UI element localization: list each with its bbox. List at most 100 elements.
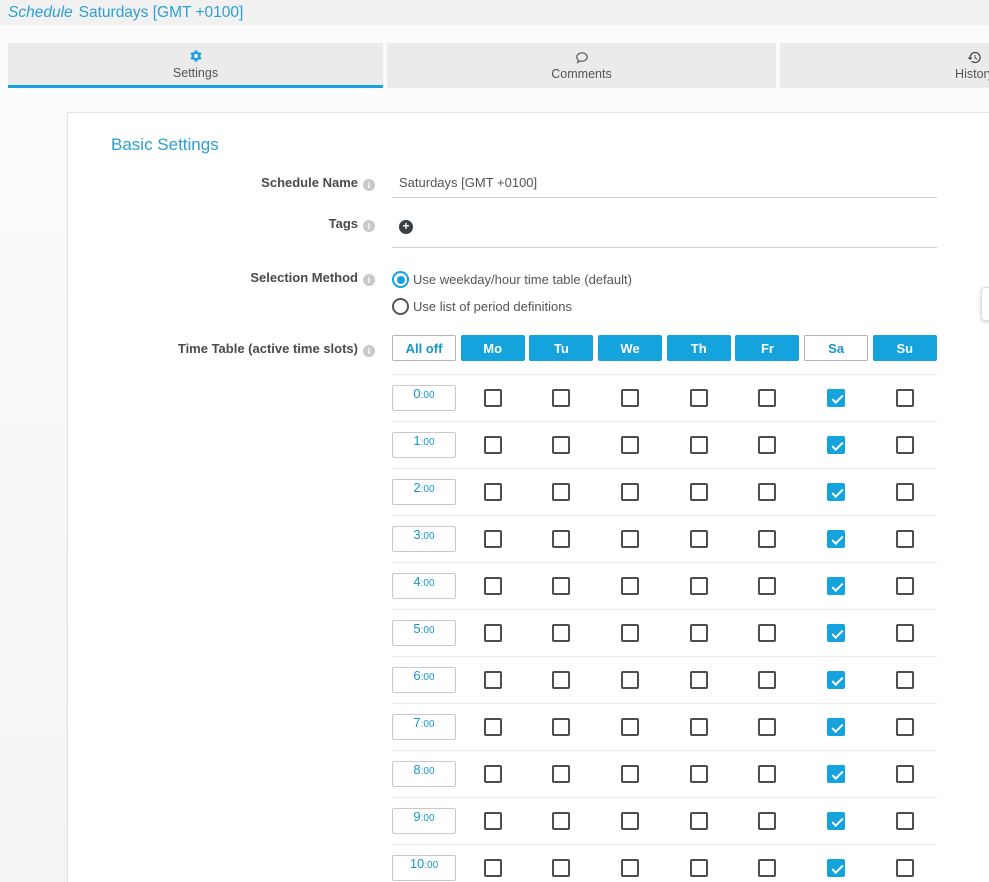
slot-checkbox-fr-10[interactable] bbox=[758, 859, 776, 877]
radio-icon[interactable] bbox=[392, 298, 409, 315]
slot-checkbox-mo-2[interactable] bbox=[484, 483, 502, 501]
slot-checkbox-su-8[interactable] bbox=[896, 765, 914, 783]
slot-checkbox-sa-3[interactable] bbox=[827, 530, 845, 548]
slot-checkbox-we-0[interactable] bbox=[621, 389, 639, 407]
day-button-su[interactable]: Su bbox=[873, 335, 937, 361]
slot-checkbox-we-7[interactable] bbox=[621, 718, 639, 736]
slot-checkbox-tu-5[interactable] bbox=[552, 624, 570, 642]
slot-checkbox-tu-7[interactable] bbox=[552, 718, 570, 736]
slot-checkbox-su-4[interactable] bbox=[896, 577, 914, 595]
slot-checkbox-mo-10[interactable] bbox=[484, 859, 502, 877]
slot-checkbox-th-6[interactable] bbox=[690, 671, 708, 689]
day-button-fr[interactable]: Fr bbox=[735, 335, 799, 361]
slot-checkbox-su-3[interactable] bbox=[896, 530, 914, 548]
slot-checkbox-tu-9[interactable] bbox=[552, 812, 570, 830]
side-panel-handle[interactable] bbox=[981, 287, 989, 321]
all-off-button[interactable]: All off bbox=[392, 335, 456, 361]
slot-checkbox-fr-1[interactable] bbox=[758, 436, 776, 454]
slot-checkbox-tu-4[interactable] bbox=[552, 577, 570, 595]
slot-checkbox-we-10[interactable] bbox=[621, 859, 639, 877]
slot-checkbox-we-1[interactable] bbox=[621, 436, 639, 454]
slot-checkbox-mo-1[interactable] bbox=[484, 436, 502, 454]
schedule-name-input[interactable]: Saturdays [GMT +0100] bbox=[392, 175, 937, 198]
slot-checkbox-fr-2[interactable] bbox=[758, 483, 776, 501]
hour-button-7[interactable]: 7:00 bbox=[392, 714, 456, 740]
slot-checkbox-mo-8[interactable] bbox=[484, 765, 502, 783]
slot-checkbox-mo-3[interactable] bbox=[484, 530, 502, 548]
slot-checkbox-su-7[interactable] bbox=[896, 718, 914, 736]
hour-button-2[interactable]: 2:00 bbox=[392, 479, 456, 505]
tab-history[interactable]: History bbox=[780, 43, 989, 88]
slot-checkbox-we-4[interactable] bbox=[621, 577, 639, 595]
slot-checkbox-we-5[interactable] bbox=[621, 624, 639, 642]
slot-checkbox-tu-8[interactable] bbox=[552, 765, 570, 783]
day-button-sa[interactable]: Sa bbox=[804, 335, 868, 361]
hour-button-5[interactable]: 5:00 bbox=[392, 620, 456, 646]
slot-checkbox-tu-6[interactable] bbox=[552, 671, 570, 689]
slot-checkbox-mo-4[interactable] bbox=[484, 577, 502, 595]
slot-checkbox-tu-1[interactable] bbox=[552, 436, 570, 454]
day-button-tu[interactable]: Tu bbox=[529, 335, 593, 361]
slot-checkbox-we-8[interactable] bbox=[621, 765, 639, 783]
slot-checkbox-sa-1[interactable] bbox=[827, 436, 845, 454]
slot-checkbox-sa-5[interactable] bbox=[827, 624, 845, 642]
tab-settings[interactable]: Settings bbox=[8, 43, 383, 88]
slot-checkbox-we-2[interactable] bbox=[621, 483, 639, 501]
slot-checkbox-th-5[interactable] bbox=[690, 624, 708, 642]
slot-checkbox-tu-2[interactable] bbox=[552, 483, 570, 501]
slot-checkbox-sa-6[interactable] bbox=[827, 671, 845, 689]
hour-button-8[interactable]: 8:00 bbox=[392, 761, 456, 787]
selection-method-option-1[interactable]: Use list of period definitions bbox=[392, 298, 937, 315]
slot-checkbox-sa-10[interactable] bbox=[827, 859, 845, 877]
slot-checkbox-mo-9[interactable] bbox=[484, 812, 502, 830]
day-button-th[interactable]: Th bbox=[667, 335, 731, 361]
slot-checkbox-sa-9[interactable] bbox=[827, 812, 845, 830]
hour-button-9[interactable]: 9:00 bbox=[392, 808, 456, 834]
slot-checkbox-mo-6[interactable] bbox=[484, 671, 502, 689]
slot-checkbox-sa-4[interactable] bbox=[827, 577, 845, 595]
slot-checkbox-fr-8[interactable] bbox=[758, 765, 776, 783]
slot-checkbox-su-10[interactable] bbox=[896, 859, 914, 877]
hour-button-6[interactable]: 6:00 bbox=[392, 667, 456, 693]
slot-checkbox-th-8[interactable] bbox=[690, 765, 708, 783]
slot-checkbox-fr-0[interactable] bbox=[758, 389, 776, 407]
slot-checkbox-we-6[interactable] bbox=[621, 671, 639, 689]
hour-button-1[interactable]: 1:00 bbox=[392, 432, 456, 458]
selection-method-option-0[interactable]: Use weekday/hour time table (default) bbox=[392, 271, 937, 288]
hour-button-0[interactable]: 0:00 bbox=[392, 385, 456, 411]
hour-button-3[interactable]: 3:00 bbox=[392, 526, 456, 552]
slot-checkbox-tu-10[interactable] bbox=[552, 859, 570, 877]
slot-checkbox-su-6[interactable] bbox=[896, 671, 914, 689]
slot-checkbox-fr-9[interactable] bbox=[758, 812, 776, 830]
slot-checkbox-mo-7[interactable] bbox=[484, 718, 502, 736]
slot-checkbox-su-0[interactable] bbox=[896, 389, 914, 407]
slot-checkbox-we-9[interactable] bbox=[621, 812, 639, 830]
slot-checkbox-tu-3[interactable] bbox=[552, 530, 570, 548]
slot-checkbox-fr-4[interactable] bbox=[758, 577, 776, 595]
slot-checkbox-sa-0[interactable] bbox=[827, 389, 845, 407]
tab-comments[interactable]: Comments bbox=[387, 43, 776, 88]
slot-checkbox-fr-7[interactable] bbox=[758, 718, 776, 736]
slot-checkbox-sa-7[interactable] bbox=[827, 718, 845, 736]
slot-checkbox-th-7[interactable] bbox=[690, 718, 708, 736]
hour-button-10[interactable]: 10:00 bbox=[392, 855, 456, 881]
slot-checkbox-su-9[interactable] bbox=[896, 812, 914, 830]
slot-checkbox-mo-0[interactable] bbox=[484, 389, 502, 407]
add-tag-button[interactable] bbox=[399, 220, 413, 234]
slot-checkbox-mo-5[interactable] bbox=[484, 624, 502, 642]
slot-checkbox-sa-8[interactable] bbox=[827, 765, 845, 783]
slot-checkbox-th-0[interactable] bbox=[690, 389, 708, 407]
radio-selected-icon[interactable] bbox=[392, 271, 409, 288]
slot-checkbox-tu-0[interactable] bbox=[552, 389, 570, 407]
slot-checkbox-th-1[interactable] bbox=[690, 436, 708, 454]
slot-checkbox-sa-2[interactable] bbox=[827, 483, 845, 501]
slot-checkbox-th-10[interactable] bbox=[690, 859, 708, 877]
slot-checkbox-su-2[interactable] bbox=[896, 483, 914, 501]
slot-checkbox-fr-5[interactable] bbox=[758, 624, 776, 642]
slot-checkbox-th-2[interactable] bbox=[690, 483, 708, 501]
slot-checkbox-th-3[interactable] bbox=[690, 530, 708, 548]
slot-checkbox-th-9[interactable] bbox=[690, 812, 708, 830]
day-button-we[interactable]: We bbox=[598, 335, 662, 361]
slot-checkbox-su-5[interactable] bbox=[896, 624, 914, 642]
day-button-mo[interactable]: Mo bbox=[461, 335, 525, 361]
